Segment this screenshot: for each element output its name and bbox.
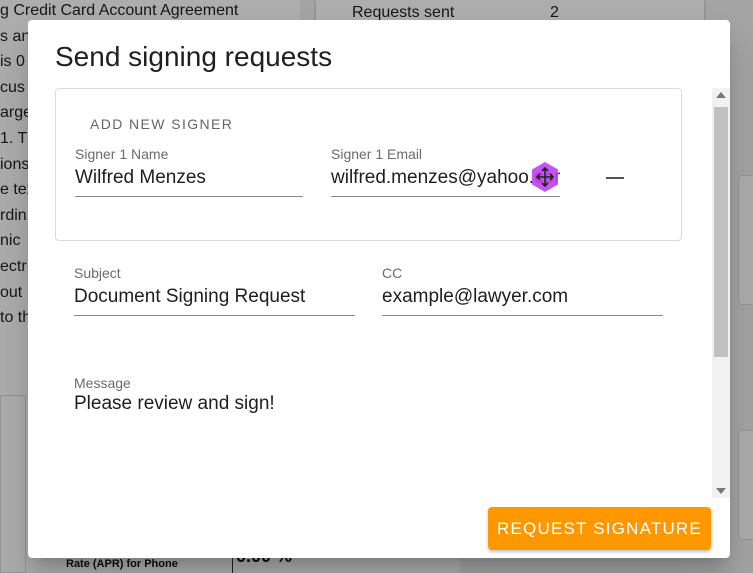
dialog-content: ADD NEW SIGNER Signer 1 Name Wilfred Men… xyxy=(28,88,712,498)
add-new-signer-button[interactable]: ADD NEW SIGNER xyxy=(90,116,233,132)
content-scrollbar[interactable] xyxy=(712,88,730,498)
cc-field[interactable]: CC example@lawyer.com xyxy=(382,265,663,316)
signer-name-input[interactable]: Wilfred Menzes xyxy=(75,167,303,197)
arrow-down-icon[interactable] xyxy=(716,488,726,494)
cc-label: CC xyxy=(382,265,403,281)
signer-email-input[interactable]: wilfred.menzes@yahoo.com xyxy=(331,167,560,197)
signer-section: ADD NEW SIGNER Signer 1 Name Wilfred Men… xyxy=(55,88,682,241)
subject-field[interactable]: Subject Document Signing Request xyxy=(74,265,355,316)
scroll-thumb[interactable] xyxy=(714,107,728,357)
request-signature-button[interactable]: REQUEST SIGNATURE xyxy=(488,507,711,550)
message-field[interactable]: Message Please review and sign! xyxy=(74,375,663,422)
signer-email-field[interactable]: Signer 1 Email wilfred.menzes@yahoo.com xyxy=(331,146,560,197)
subject-input[interactable]: Document Signing Request xyxy=(74,286,355,316)
arrow-up-icon[interactable] xyxy=(716,92,726,98)
signer-name-label: Signer 1 Name xyxy=(75,146,169,162)
cc-input[interactable]: example@lawyer.com xyxy=(382,286,663,316)
move-cursor-icon xyxy=(532,162,558,192)
dialog-title: Send signing requests xyxy=(55,41,333,72)
remove-signer-button[interactable] xyxy=(606,177,624,179)
signer-email-label: Signer 1 Email xyxy=(331,146,423,162)
message-label: Message xyxy=(74,375,131,391)
message-input[interactable]: Please review and sign! xyxy=(74,393,663,422)
subject-label: Subject xyxy=(74,265,121,281)
send-signing-dialog: Send signing requests ADD NEW SIGNER Sig… xyxy=(28,20,730,558)
signer-name-field[interactable]: Signer 1 Name Wilfred Menzes xyxy=(75,146,303,197)
